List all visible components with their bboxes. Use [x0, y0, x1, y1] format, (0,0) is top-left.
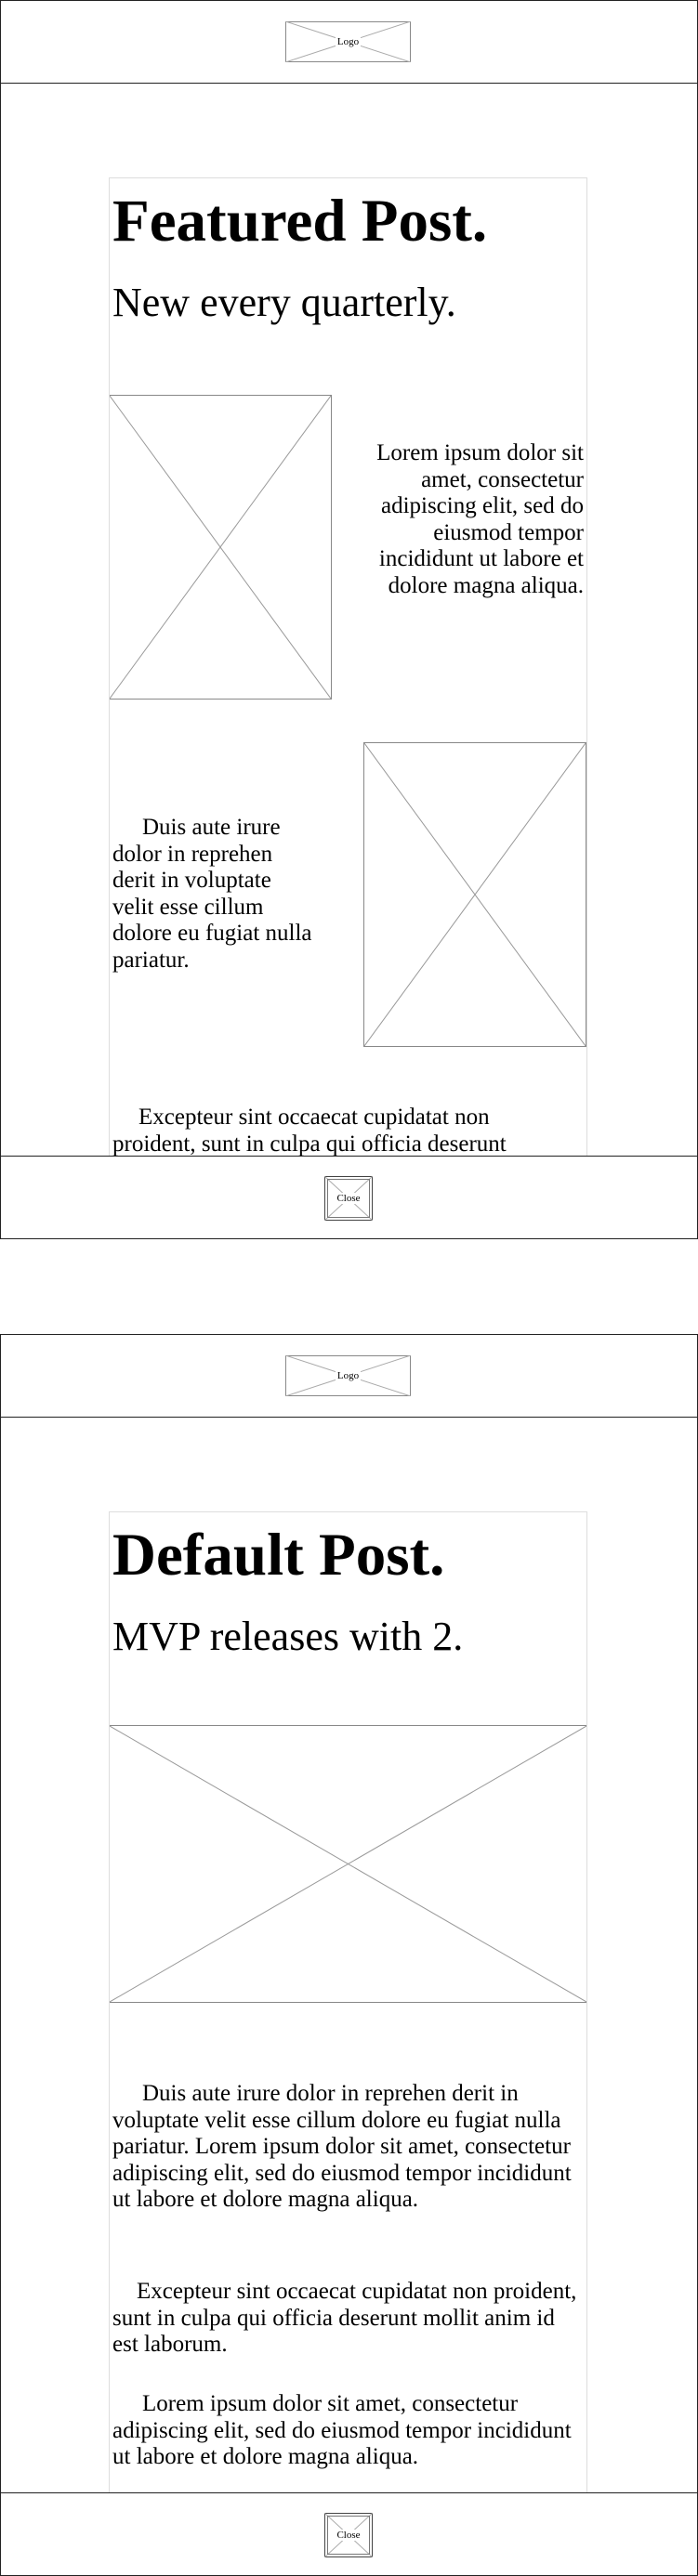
post-paragraph: Duis aute irure dolor in reprehen derit …	[112, 2081, 572, 2212]
post-title: Featured Post.	[112, 188, 488, 255]
post-card: Featured Post. New every quarterly. Lore…	[109, 177, 587, 1157]
post-subtitle: MVP releases with 2.	[112, 1614, 464, 1659]
featured-post-screen: Logo Featured Post. New every quarterly.…	[0, 0, 698, 1239]
post-image	[363, 742, 586, 1047]
logo[interactable]: Logo	[285, 21, 411, 62]
header-bar: Logo	[1, 1335, 697, 1418]
post-paragraph: Excepteur sint occaecat cupidatat non pr…	[112, 2279, 577, 2357]
post-subtitle: New every quarterly.	[112, 280, 456, 325]
image-placeholder-icon	[364, 743, 586, 1046]
image-placeholder-icon	[110, 396, 331, 699]
close-button[interactable]: Close	[324, 2513, 373, 2557]
header-bar: Logo	[1, 1, 697, 84]
post-image	[110, 1725, 586, 2003]
logo-label: Logo	[335, 36, 362, 47]
logo-label: Logo	[335, 1370, 362, 1381]
close-label: Close	[335, 2530, 362, 2541]
post-paragraph: Duis aute irure dolor in reprehen derit …	[112, 815, 312, 973]
image-placeholder-icon	[110, 1726, 586, 2002]
post-paragraph: Lorem ipsum dolor sit amet, consectetur …	[376, 440, 584, 598]
footer-bar: Close	[1, 2492, 697, 2575]
close-label: Close	[335, 1193, 362, 1204]
footer-bar: Close	[1, 1156, 697, 1238]
post-image	[110, 395, 332, 700]
logo[interactable]: Logo	[285, 1355, 411, 1396]
close-button[interactable]: Close	[324, 1176, 373, 1221]
post-paragraph: Excepteur sint occaecat cupidatat non pr…	[112, 1105, 507, 1157]
default-post-screen: Logo Default Post. MVP releases with 2. …	[0, 1334, 698, 2576]
post-card: Default Post. MVP releases with 2. Duis …	[109, 1511, 587, 2496]
post-title: Default Post.	[112, 1522, 445, 1589]
post-paragraph: Lorem ipsum dolor sit amet, consectetur …	[112, 2391, 572, 2469]
